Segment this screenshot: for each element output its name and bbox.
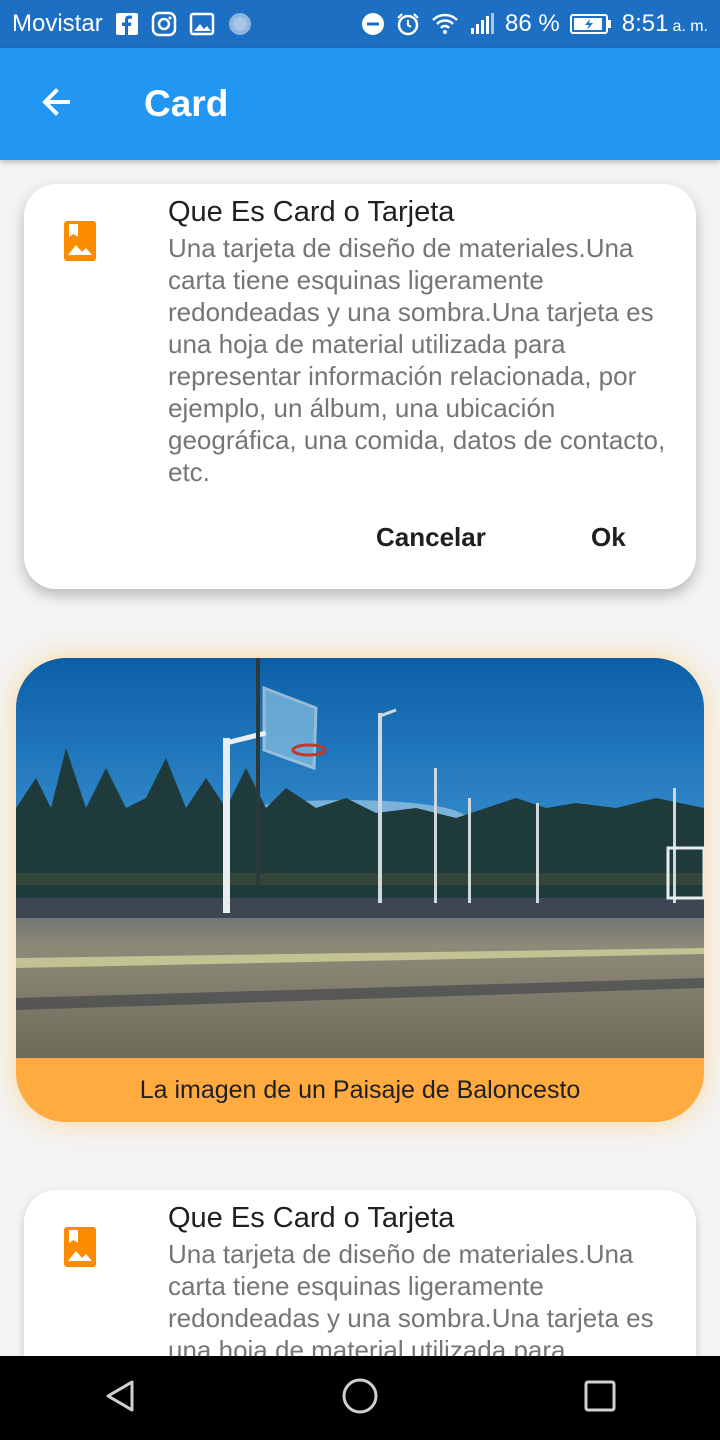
ok-button[interactable]: Ok	[591, 522, 626, 553]
back-triangle-icon	[102, 1378, 138, 1419]
alarm-icon	[395, 11, 421, 37]
battery-icon	[569, 13, 612, 35]
page-title: Card	[144, 83, 229, 124]
facebook-icon	[115, 12, 139, 36]
image-card[interactable]: La imagen de un Paisaje de Baloncesto	[16, 658, 704, 1122]
battery-percent: 86 %	[505, 10, 560, 37]
home-circle-icon	[341, 1377, 379, 1420]
app-bar: Card	[0, 48, 720, 160]
status-bar: Movistar 86 % 8:51 a. m.	[0, 0, 720, 48]
card-subtitle: Una tarjeta de diseño de materiales.Una …	[168, 1239, 654, 1356]
navigation-bar	[0, 1356, 720, 1440]
image-caption: La imagen de un Paisaje de Baloncesto	[16, 1058, 704, 1122]
card-actions: Cancelar Ok	[24, 522, 696, 562]
clock-ampm: a. m.	[672, 18, 708, 35]
image-icon	[189, 11, 215, 37]
info-card: Que Es Card o Tarjeta Una tarjeta de dis…	[24, 184, 696, 589]
wifi-icon	[431, 12, 459, 36]
back-button[interactable]	[0, 48, 112, 160]
card-title: Que Es Card o Tarjeta	[168, 196, 455, 228]
instagram-icon	[151, 11, 177, 37]
basketball-court-photo	[16, 658, 704, 1058]
photo-album-icon	[64, 1227, 96, 1267]
arrow-back-icon	[38, 84, 74, 125]
card-list[interactable]: Que Es Card o Tarjeta Una tarjeta de dis…	[0, 160, 720, 1356]
signal-icon	[469, 12, 495, 36]
blur-circle-icon	[227, 11, 253, 37]
cancel-button[interactable]: Cancelar	[376, 522, 486, 553]
nav-back-button[interactable]	[60, 1356, 180, 1440]
card-subtitle: Una tarjeta de diseño de materiales.Una …	[168, 233, 666, 487]
clock-time: 8:51	[621, 10, 669, 37]
dnd-icon	[361, 12, 385, 36]
info-card: Que Es Card o Tarjeta Una tarjeta de dis…	[24, 1190, 696, 1356]
nav-home-button[interactable]	[300, 1356, 420, 1440]
card-title: Que Es Card o Tarjeta	[168, 1202, 455, 1234]
nav-recents-button[interactable]	[540, 1356, 660, 1440]
carrier-label: Movistar	[12, 10, 103, 37]
recents-square-icon	[583, 1379, 617, 1418]
photo-album-icon	[64, 221, 96, 261]
